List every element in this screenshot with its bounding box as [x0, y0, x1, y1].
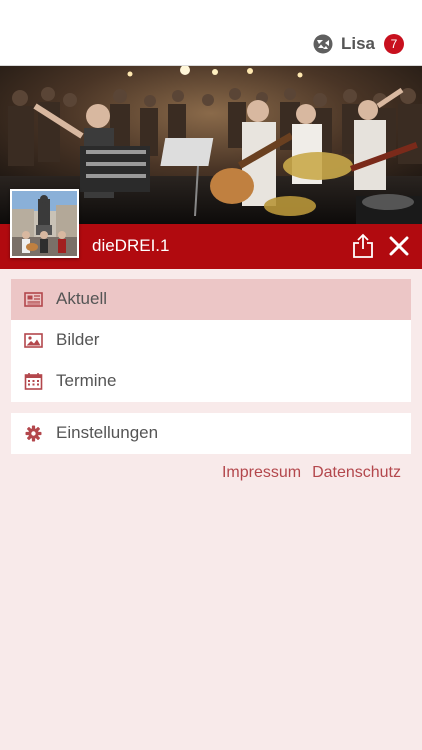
datenschutz-link[interactable]: Datenschutz [312, 464, 401, 482]
calendar-icon [24, 373, 43, 390]
group-avatar [10, 189, 79, 258]
share-icon[interactable] [351, 233, 375, 259]
footer-links: Impressum Datenschutz [222, 464, 401, 482]
user-profile[interactable]: Lisa 7 [313, 31, 404, 57]
user-name: Lisa [340, 34, 375, 53]
image-icon [24, 333, 43, 348]
settings-menu: Einstellungen [11, 413, 411, 454]
menu-label-termine: Termine [56, 371, 117, 390]
menu-label-aktuell: Aktuell [56, 289, 108, 308]
close-icon[interactable] [388, 235, 410, 257]
main-menu: Aktuell Bilder Termine [11, 279, 411, 402]
group-name: dieDREI.1 [92, 236, 170, 255]
menu-item-termine[interactable]: Termine [11, 361, 411, 402]
notification-badge[interactable]: 7 [384, 34, 404, 54]
menu-label-bilder: Bilder [56, 330, 100, 349]
menu-label-einstellungen: Einstellungen [56, 423, 159, 442]
menu-item-bilder[interactable]: Bilder [11, 320, 411, 361]
menu-item-aktuell[interactable]: Aktuell [11, 279, 411, 320]
drei-logo-icon [313, 34, 333, 54]
news-icon [24, 292, 43, 307]
menu-item-einstellungen[interactable]: Einstellungen [11, 413, 411, 454]
gear-icon [25, 425, 42, 442]
top-bar: Lisa 7 [0, 0, 422, 66]
impressum-link[interactable]: Impressum [222, 464, 301, 482]
